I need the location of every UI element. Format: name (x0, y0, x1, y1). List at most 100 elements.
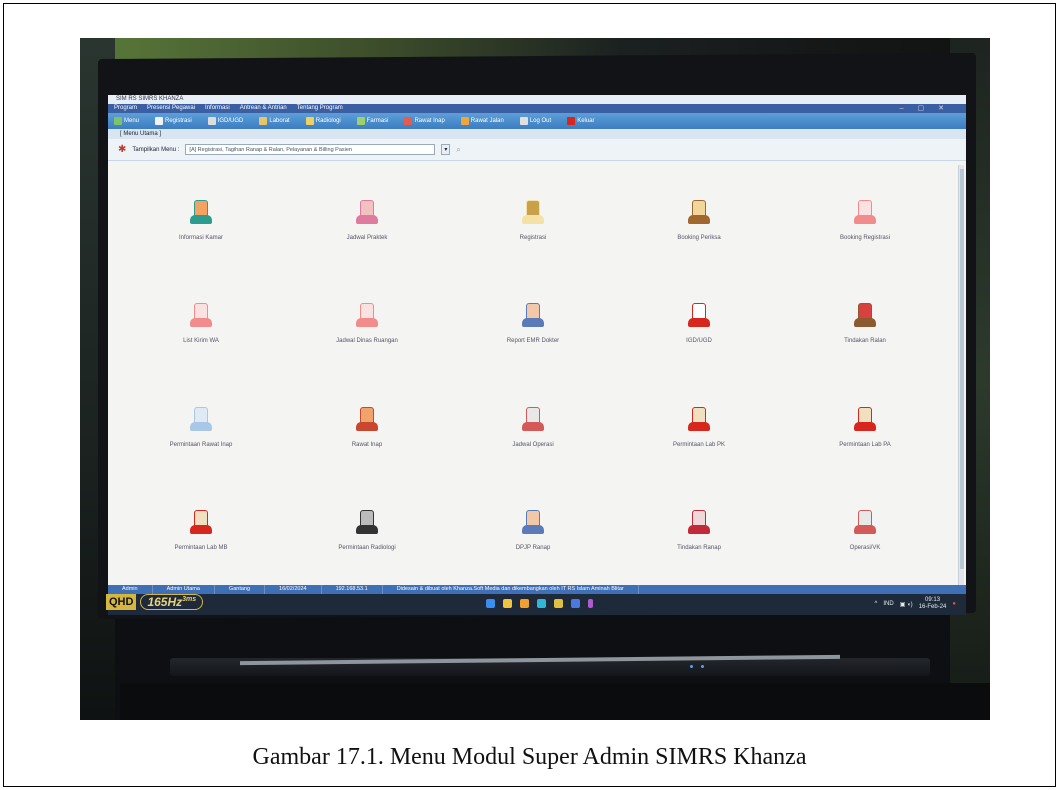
infusion-icon (850, 300, 880, 330)
laptop-keyboard-deck (120, 683, 990, 720)
toolbar-radiologi-button[interactable]: Radiologi (305, 117, 341, 125)
laptop-photo: SIM RS SIMRS KHANZA Program Presensi Peg… (80, 38, 990, 720)
module-label: Permintaan Lab PA (839, 441, 891, 448)
module-label: Booking Periksa (677, 234, 721, 241)
bed-info-icon (186, 197, 216, 227)
app-icon[interactable] (588, 599, 593, 608)
app-icon[interactable] (571, 599, 580, 608)
chevron-down-icon[interactable]: ▾ (441, 144, 451, 155)
tray-network-icon[interactable]: ▣ ◖) (900, 601, 913, 608)
module-booking-periksa[interactable]: Booking Periksa (616, 167, 782, 271)
module-jadwal-praktek[interactable]: Jadwal Praktek (284, 167, 450, 271)
module-tindakan-ralan[interactable]: Tindakan Ralan (782, 271, 948, 375)
ambulance-icon (684, 300, 714, 330)
notification-icon[interactable]: ● (952, 601, 956, 607)
windows-start-icon[interactable] (486, 599, 495, 608)
house-icon (352, 404, 382, 434)
toolbar-logout-button[interactable]: Log Out (519, 117, 551, 125)
computer-icon (850, 197, 880, 227)
module-label: Informasi Kamar (178, 234, 223, 241)
module-tindakan-ranap[interactable]: Tindakan Ranap (616, 478, 782, 582)
module-jadwal-dinas-ruangan[interactable]: Jadwal Dinas Ruangan (284, 271, 450, 375)
app-icon[interactable] (520, 599, 529, 608)
toolbar-rawat-inap-button[interactable]: Rawat Inap (404, 117, 445, 125)
farmasi-icon (356, 117, 365, 125)
tab-menu-utama[interactable]: [ Menu Utama ] (108, 129, 966, 139)
module-booking-registrasi[interactable]: Booking Registrasi (782, 167, 948, 271)
system-tray: ^ IND ▣ ◖) 09:13 16-Feb-24 ● (875, 597, 956, 611)
flask-icon (684, 404, 714, 434)
module-label: Jadwal Dinas Ruangan (336, 338, 398, 345)
monitor-spec-sticker: QHD 165Hz3ms (106, 594, 204, 610)
doctor-icon (518, 507, 548, 537)
toolbar-laborat-button[interactable]: Laborat (259, 117, 290, 125)
computer-icon (186, 300, 216, 330)
module-label: DPJP Ranap (515, 545, 551, 552)
computer-icon (352, 300, 382, 330)
module-permintaan-lab-pa[interactable]: Permintaan Lab PA (782, 374, 948, 478)
tray-chevron-icon[interactable]: ^ (875, 601, 878, 607)
menu-program[interactable]: Program (114, 104, 137, 113)
close-icon (567, 117, 576, 125)
flask-icon (850, 404, 880, 434)
filter-label: Tampilkan Menu : (132, 146, 180, 153)
rawat-inap-icon (404, 117, 413, 125)
module-permintaan-radiologi[interactable]: Permintaan Radiologi (284, 478, 450, 582)
toolbar-farmasi-button[interactable]: Farmasi (356, 117, 388, 125)
tray-language[interactable]: IND (883, 601, 893, 607)
book-icon (684, 197, 714, 227)
menu-antrean[interactable]: Antrean & Antrian (240, 104, 287, 113)
module-label: Jadwal Operasi (512, 441, 554, 448)
qhd-badge: QHD (106, 594, 137, 610)
status-user: Admin (108, 585, 153, 594)
scrollbar-thumb[interactable] (960, 169, 964, 569)
status-leds (690, 665, 704, 668)
module-permintaan-rawat-inap[interactable]: Permintaan Rawat Inap (118, 374, 284, 478)
status-role: Admin Utama (153, 585, 215, 594)
bed-icon (684, 507, 714, 537)
window-controls[interactable]: –▢✕ (900, 104, 958, 112)
igd-icon (207, 117, 216, 125)
figure-caption: Gambar 17.1. Menu Modul Super Admin SIMR… (252, 744, 807, 770)
menu-category-select[interactable]: [A] Registrasi, Tagihan Ranap & Ralan, P… (185, 144, 436, 155)
clipboard-icon (518, 197, 548, 227)
module-label: List Kirim WA (183, 338, 219, 345)
menu-informasi[interactable]: Informasi (205, 104, 230, 113)
module-label: Rawat Inap (351, 441, 383, 448)
module-label: Operasi/VK (849, 545, 881, 552)
syringe-icon (186, 404, 216, 434)
logout-icon (519, 117, 528, 125)
module-permintaan-lab-pk[interactable]: Permintaan Lab PK (616, 374, 782, 478)
menu-presensi-pegawai[interactable]: Presensi Pegawai (147, 104, 195, 113)
module-list-kirim-wa[interactable]: List Kirim WA (118, 271, 284, 375)
module-registrasi[interactable]: Registrasi (450, 167, 616, 271)
module-report-emr-dokter[interactable]: Report EMR Dokter (450, 271, 616, 375)
module-grid: Informasi Kamar Jadwal Praktek Registrasi B… (118, 167, 948, 581)
module-rawat-inap[interactable]: Rawat Inap (284, 374, 450, 478)
toolbar-rawat-jalan-button[interactable]: Rawat Jalan (460, 117, 504, 125)
module-igd-ugd[interactable]: IGD/UGD (616, 271, 782, 375)
module-jadwal-operasi[interactable]: Jadwal Operasi (450, 374, 616, 478)
module-permintaan-lab-mb[interactable]: Permintaan Lab MB (118, 478, 284, 582)
toolbar-registrasi-button[interactable]: Registrasi (155, 117, 192, 125)
toolbar-menu-button[interactable]: Menu (114, 117, 139, 125)
chrome-icon[interactable] (554, 599, 563, 608)
edge-browser-icon[interactable] (537, 599, 546, 608)
filter-bar: ✱ Tampilkan Menu : [A] Registrasi, Tagih… (108, 139, 966, 161)
menu-bar: Program Presensi Pegawai Informasi Antre… (108, 104, 966, 113)
search-icon[interactable]: ⌕ (456, 145, 460, 155)
laborat-icon (259, 117, 268, 125)
status-date: 16/02/2024 (265, 585, 322, 594)
vertical-scrollbar[interactable] (958, 165, 964, 585)
toolbar-keluar-button[interactable]: Keluar (567, 117, 595, 125)
tray-clock[interactable]: 09:13 16-Feb-24 (919, 597, 947, 611)
module-label: Booking Registrasi (839, 234, 891, 241)
menu-tentang-program[interactable]: Tentang Program (297, 104, 343, 113)
module-dpjp-ranap[interactable]: DPJP Ranap (450, 478, 616, 582)
module-operasi-vk[interactable]: Operasi/VK (782, 478, 948, 582)
module-label: Registrasi (519, 234, 547, 241)
file-explorer-icon[interactable] (503, 599, 512, 608)
module-informasi-kamar[interactable]: Informasi Kamar (118, 167, 284, 271)
tray-date: 16-Feb-24 (918, 604, 947, 610)
toolbar-igd-button[interactable]: IGD/UGD (207, 117, 243, 125)
